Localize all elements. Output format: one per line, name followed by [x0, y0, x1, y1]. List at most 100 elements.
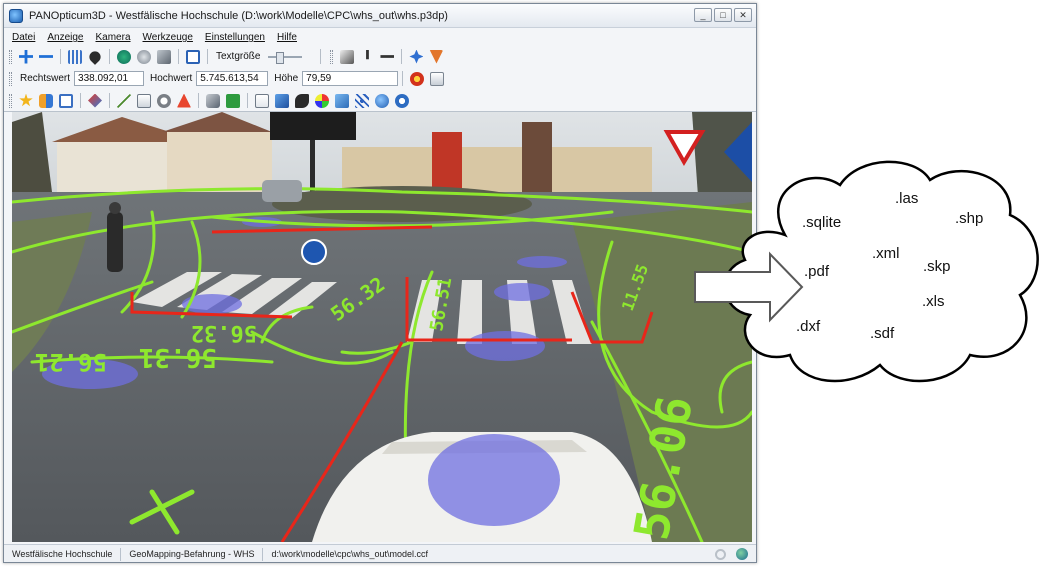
font-size-slider[interactable] — [268, 51, 303, 64]
status-bar: Westfälische Hochschule GeoMapping-Befah… — [4, 544, 756, 562]
parked-car — [262, 180, 302, 202]
image-icon[interactable] — [275, 93, 289, 108]
blue-round-sign — [301, 239, 327, 265]
color-wheel-icon[interactable] — [315, 93, 329, 108]
manhole-marker-front — [428, 434, 560, 526]
toolbar-separator — [320, 49, 322, 64]
menu-datei[interactable]: Datei — [12, 32, 35, 43]
elevation-label: 56.31 — [139, 342, 217, 372]
elevation-label: 56.32 — [191, 320, 257, 345]
figure: PANOpticum3D - Westfälische Hochschule (… — [0, 0, 1048, 568]
layers-icon[interactable] — [157, 49, 171, 64]
zoom-out-icon[interactable] — [39, 55, 53, 58]
hochwert-field[interactable]: 5.745.613,54 — [196, 71, 269, 86]
page-icon[interactable] — [255, 93, 269, 108]
toolbar-separator — [80, 93, 81, 108]
elevation-label: 56.21 — [35, 348, 107, 376]
format-sqlite: .sqlite — [802, 214, 842, 231]
format-shp: .shp — [955, 210, 984, 227]
copy-icon[interactable] — [430, 71, 445, 86]
grid-icon[interactable] — [68, 49, 82, 64]
sphere-icon[interactable] — [375, 93, 389, 108]
panorama-scene: 56.32 56.51 56.31 56.06 56.21 11.55 56.3… — [12, 112, 752, 542]
camera-icon[interactable] — [137, 49, 151, 64]
format-las: .las — [895, 190, 919, 207]
tower — [522, 122, 552, 192]
menu-einstellungen[interactable]: Einstellungen — [205, 32, 265, 43]
rechtswert-label: Rechtswert — [20, 73, 71, 84]
search-icon[interactable] — [157, 93, 171, 108]
cone-icon[interactable] — [429, 49, 444, 64]
font-size-label: Textgröße — [216, 51, 261, 62]
globe-icon[interactable] — [117, 49, 131, 64]
busy-icon — [715, 548, 726, 560]
shapes-icon[interactable] — [39, 93, 53, 108]
sign-back — [270, 112, 356, 140]
bucket-icon[interactable] — [206, 93, 220, 108]
measure-icon[interactable] — [340, 49, 355, 64]
format-dxf: .dxf — [796, 318, 821, 335]
refresh-icon[interactable] — [395, 93, 409, 108]
compass-icon[interactable] — [409, 49, 424, 64]
close-button[interactable]: ✕ — [734, 8, 752, 22]
format-sdf: .sdf — [870, 325, 895, 342]
shoe-icon[interactable] — [295, 93, 309, 108]
maximize-button[interactable]: □ — [714, 8, 732, 22]
horizontal-measure-icon[interactable] — [380, 55, 395, 58]
toolbar-separator — [178, 49, 179, 64]
toolbar-separator — [198, 93, 199, 108]
photo-icon[interactable] — [335, 93, 349, 108]
pedestrian-head — [109, 202, 121, 214]
toolbar-grip[interactable] — [9, 71, 12, 86]
minimize-button[interactable]: _ — [694, 8, 712, 22]
warning-icon[interactable] — [177, 93, 191, 108]
point-icon[interactable] — [88, 93, 102, 108]
format-xls: .xls — [922, 293, 945, 310]
toolbar-separator — [402, 71, 404, 86]
hochwert-label: Hochwert — [150, 73, 193, 84]
commercial-building — [342, 147, 652, 192]
window-title: PANOpticum3D - Westfälische Hochschule (… — [29, 9, 448, 22]
menu-bar: Datei Anzeige Kamera Werkzeuge Einstellu… — [4, 29, 756, 46]
app-window: PANOpticum3D - Westfälische Hochschule (… — [3, 3, 757, 563]
polyline-icon[interactable] — [117, 93, 131, 108]
status-icons — [715, 548, 748, 560]
star-icon[interactable] — [19, 93, 33, 107]
rechtswert-field[interactable]: 338.092,01 — [74, 71, 145, 86]
map-pin-icon[interactable] — [87, 48, 103, 65]
toolbar-grip[interactable] — [9, 93, 12, 108]
toolbar-separator — [109, 93, 110, 108]
frame-icon[interactable] — [59, 93, 73, 108]
pedestrian — [107, 212, 123, 272]
target-icon[interactable] — [410, 71, 425, 86]
sign-pylon — [432, 132, 462, 192]
cloud-graphic — [694, 160, 1039, 383]
toolbar-objects — [4, 90, 756, 112]
format-xml: .xml — [872, 245, 900, 262]
export-formats-callout: .sqlite .las .shp .xml .pdf .skp .xls .d… — [690, 150, 1046, 390]
status-organisation: Westfälische Hochschule — [4, 547, 122, 561]
globe-status-icon[interactable] — [736, 548, 748, 560]
menu-kamera[interactable]: Kamera — [96, 32, 131, 43]
green-box-icon[interactable] — [226, 93, 240, 108]
format-skp: .skp — [923, 258, 951, 275]
toolbar-separator — [60, 49, 61, 64]
status-project: GeoMapping-Befahrung - WHS — [121, 547, 264, 561]
toolbar-grip[interactable] — [330, 49, 334, 64]
scatter-icon[interactable] — [355, 93, 369, 108]
panorama-viewport[interactable]: 56.32 56.51 56.31 56.06 56.21 11.55 56.3… — [12, 112, 752, 542]
window-controls: _ □ ✕ — [694, 8, 752, 22]
window-icon[interactable] — [186, 49, 200, 64]
format-pdf: .pdf — [804, 263, 830, 280]
toolbar-grip[interactable] — [9, 49, 12, 64]
menu-hilfe[interactable]: Hilfe — [277, 32, 297, 43]
zoom-in-icon[interactable] — [19, 49, 33, 64]
menu-anzeige[interactable]: Anzeige — [47, 32, 83, 43]
menu-werkzeuge[interactable]: Werkzeuge — [143, 32, 193, 43]
toolbar-separator — [401, 49, 403, 64]
vertical-measure-icon[interactable] — [366, 49, 369, 60]
hoehe-field[interactable]: 79,59 — [302, 71, 399, 86]
title-bar[interactable]: PANOpticum3D - Westfälische Hochschule (… — [4, 4, 756, 28]
toolbar-coordinates: Rechtswert 338.092,01 Hochwert 5.745.613… — [4, 68, 756, 89]
area-icon[interactable] — [137, 93, 151, 108]
